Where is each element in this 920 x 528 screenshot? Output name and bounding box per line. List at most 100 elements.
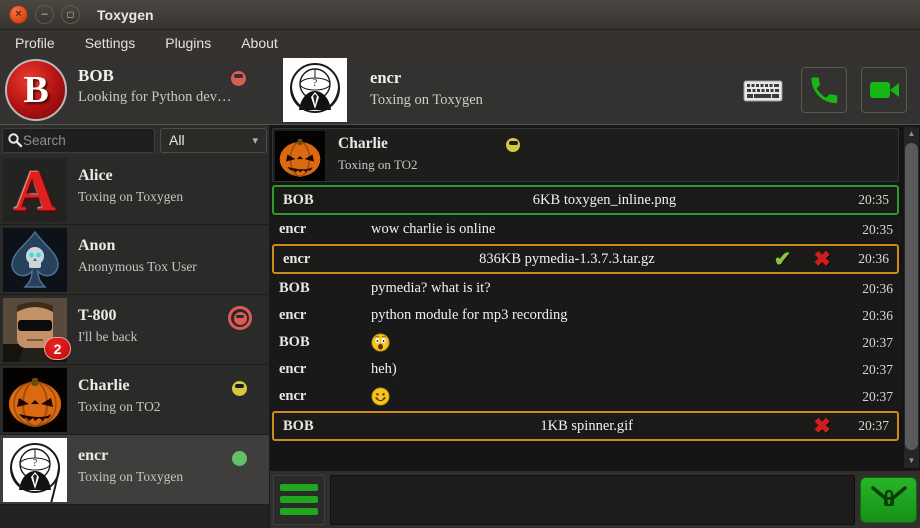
peer-status-message: Toxing on Toxygen [370,92,483,109]
self-status-message: Looking for Python dev… [78,89,231,106]
message-sender: encr [274,251,360,268]
search-icon [7,132,23,148]
contacts-panel: All ▾ A Alice Toxing on Toxygen [0,125,270,528]
message-sender: BOB [270,280,356,297]
svg-text:?: ? [33,457,38,469]
card-status-message: Toxing on TO2 [338,157,418,173]
card-contact-name: Charlie [338,135,388,153]
message-time: 20:36 [849,251,897,267]
chevron-down-icon: ▾ [252,134,258,147]
message-sender: encr [270,221,356,238]
window-minimize-button[interactable]: – [35,5,54,24]
away-status-icon [506,138,520,152]
file-transfer-actions: ✖ [813,416,831,437]
window-close-button[interactable]: × [9,5,28,24]
cancel-file-button[interactable]: ✖ [813,416,831,437]
message-time: 20:35 [849,192,897,208]
header: B BOB Looking for Python dev… ? [0,56,920,125]
search-box [2,128,155,153]
message-time: 20:37 [853,362,901,378]
message-row: encr heh) 20:37 [270,356,901,383]
contact-status-message: Toxing on Toxygen [78,469,183,485]
window-title: Toxygen [97,7,154,23]
message-sender: BOB [274,192,360,209]
anon-avatar [3,228,67,292]
contact-list: A Alice Toxing on Toxygen [0,155,269,505]
audio-call-button[interactable] [801,67,847,113]
message-row: encr wow charlie is online 20:35 [270,216,901,243]
message-sender: encr [270,361,356,378]
self-profile[interactable]: B BOB Looking for Python dev… [0,56,270,124]
avatar-letter: A [14,157,56,224]
contact-status-message: Toxing on Toxygen [78,189,183,205]
contact-row-anon[interactable]: Anon Anonymous Tox User [0,225,269,295]
video-call-button[interactable] [861,67,907,113]
alice-avatar: A [3,158,67,222]
message-text: python module for mp3 recording [356,307,853,324]
file-transfer-label: 6KB toxygen_inline.png [360,192,849,209]
contact-status-message: Toxing on TO2 [78,399,161,415]
busy-status-icon[interactable] [231,71,246,86]
busy-new-messages-status-icon [228,306,252,330]
menu-bar: Profile Settings Plugins About [0,30,920,56]
message-composer [270,470,920,528]
phone-icon [808,74,840,106]
contact-row-encr[interactable]: ? encr Toxing on Toxygen [0,435,269,505]
message-file-transfer[interactable]: encr 836KB pymedia-1.3.7.3.tar.gz ✔ ✖ 20… [272,244,899,274]
file-transfer-actions: ✔ ✖ [774,249,831,270]
window-maximize-button[interactable]: ▢ [61,5,80,24]
pumpkin-avatar-image [275,131,325,181]
unread-count: 2 [54,341,62,357]
chat-scrollbar[interactable]: ▲ ▼ [904,127,919,468]
contact-row-t800[interactable]: T-800 I'll be back 2 [0,295,269,365]
avatar-letter: B [23,68,48,112]
active-chat-header: ? encr Toxing on Toxygen [270,56,920,124]
search-input[interactable] [23,133,154,148]
menu-profile[interactable]: Profile [0,30,70,56]
message-file-transfer[interactable]: BOB 6KB toxygen_inline.png 20:35 [272,185,899,215]
peer-name: encr [370,68,401,88]
self-avatar[interactable]: B [5,59,67,121]
contact-status-message: I'll be back [78,329,137,345]
contact-status-message: Anonymous Tox User [78,259,197,275]
anonymous-avatar-image: ? [3,438,67,502]
keyboard-icon [743,78,783,104]
menu-about[interactable]: About [226,30,293,56]
contact-row-alice[interactable]: A Alice Toxing on Toxygen [0,155,269,225]
accept-file-button[interactable]: ✔ [774,249,792,270]
charlie-avatar [275,131,325,181]
contact-filter-dropdown[interactable]: All ▾ [160,128,267,153]
menu-plugins[interactable]: Plugins [150,30,226,56]
scroll-down-arrow-icon[interactable]: ▼ [904,454,919,468]
spade-skull-avatar-image [3,228,67,292]
message-input[interactable] [330,475,855,525]
message-history: Charlie Toxing on TO2 BOB 6KB toxygen_in… [270,125,920,470]
self-name: BOB [78,66,114,86]
encrypted-send-icon [869,484,909,516]
menu-settings[interactable]: Settings [70,30,151,56]
contact-name: Alice [78,167,113,185]
hamburger-menu-icon [280,484,318,491]
message-sender: BOB [270,334,356,351]
scrollbar-thumb[interactable] [905,143,918,450]
message-file-transfer[interactable]: BOB 1KB spinner.gif ✖ 20:37 [272,411,899,441]
message-sender: BOB [274,418,360,435]
message-time: 20:35 [853,222,901,238]
encr-avatar: ? [3,438,67,502]
send-message-button[interactable] [860,477,917,523]
contact-row-charlie[interactable]: Charlie Toxing on TO2 [0,365,269,435]
anonymous-avatar-image: ? [283,58,347,122]
filter-selected-value: All [169,132,252,148]
attachments-menu-button[interactable] [273,475,325,525]
away-status-icon [232,381,247,396]
charlie-online-card[interactable]: Charlie Toxing on TO2 [272,128,899,182]
screen-keyboard-button[interactable] [743,78,783,104]
decline-file-button[interactable]: ✖ [813,249,831,270]
scroll-up-arrow-icon[interactable]: ▲ [904,127,919,141]
contact-name: Charlie [78,377,130,395]
contact-name: Anon [78,237,115,255]
message-smiley [356,387,853,406]
chat-panel: Charlie Toxing on TO2 BOB 6KB toxygen_in… [270,125,920,528]
message-row: encr 20:37 [270,383,901,410]
file-transfer-label: 1KB spinner.gif [360,418,813,435]
